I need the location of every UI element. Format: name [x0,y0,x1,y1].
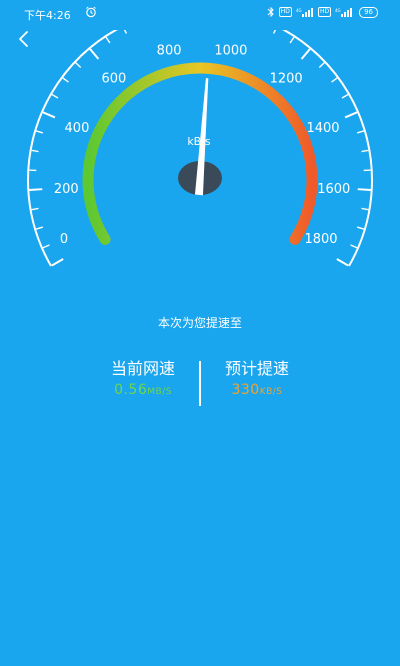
gauge-tick-label: 1600 [317,182,350,197]
bluetooth-icon [267,6,274,18]
gauge-major-tick [89,48,100,60]
gauge-major-tick [42,111,56,119]
gauge-major-tick [29,188,43,191]
gauge-minor-tick [42,244,50,249]
current-speed-value: 0.56 [114,382,148,398]
gauge-minor-tick [289,36,295,44]
gauge-minor-tick [356,226,365,230]
signal-strength-icon-2: 4G [335,8,353,17]
gauge-minor-tick [35,130,44,134]
gauge-minor-tick [272,30,277,34]
gauge-minor-tick [31,149,39,153]
gauge-minor-tick [341,93,349,99]
gauge-minor-tick [31,207,39,211]
gauge-tick-label: 600 [101,71,126,86]
gauge-minor-tick [75,62,82,68]
speed-stats: 当前网速 0.56MB/S 预计提速 330KB/S [0,358,400,408]
estimated-speed-block: 预计提速 330KB/S [187,358,327,402]
gauge-minor-tick [318,62,325,68]
current-speed-unit: MB/S [147,387,172,397]
gauge-minor-tick [361,149,369,153]
speedup-subtitle: 本次为您提速至 [157,316,242,330]
speed-gauge: 0 200 400 600 800 1000 1200 1400 1600 1800 kB/s [27,30,373,267]
estimated-speed-value: 330 [231,382,260,398]
svg-text:4G: 4G [296,8,302,13]
hd-badge-2: HD [317,7,332,17]
gauge-tick-label: 1200 [270,71,303,86]
gauge-minor-tick [356,130,365,134]
gauge-minor-tick [123,30,128,34]
gauge-major-tick [51,258,64,267]
gauge-minor-tick [350,244,358,249]
status-time: 下午4:26 [24,9,71,22]
estimated-speed-unit: KB/S [259,387,283,397]
signal-strength-icon: 4G [296,8,313,17]
gauge-tick-label: 0 [60,232,68,247]
gauge-minor-tick [105,36,111,44]
gauge-tick-label: 1000 [214,44,247,59]
gauge-minor-tick [51,93,59,99]
gauge-unit-label: kB/s [187,135,211,148]
gauge-tick-label: 400 [65,121,90,136]
gauge-tick-label: 1800 [304,232,337,247]
hd-badge-1: HD [278,7,292,17]
gauge-major-tick [357,188,371,191]
gauge-minor-tick [361,207,369,211]
estimated-speed-value-row: 330KB/S [187,380,327,402]
alarm-clock-icon [86,6,96,18]
gauge-tick-label: 200 [54,182,79,197]
gauge-minor-tick [62,77,69,83]
gauge-major-tick [336,258,349,267]
gauge-minor-tick [35,226,44,230]
battery-indicator: 96 [359,6,378,18]
gauge-major-tick [300,48,311,60]
gauge-tick-label: 800 [157,44,182,59]
svg-text:4G: 4G [335,8,341,13]
gauge-minor-tick [331,77,338,83]
gauge-major-tick [344,111,358,119]
gauge-tick-label: 1400 [306,121,339,136]
estimated-speed-label: 预计提速 [224,359,289,378]
status-bar: 下午4:26 HD 4G HD 4G 96 [0,0,400,26]
status-icons: HD 4G HD 4G 96 [267,6,378,18]
